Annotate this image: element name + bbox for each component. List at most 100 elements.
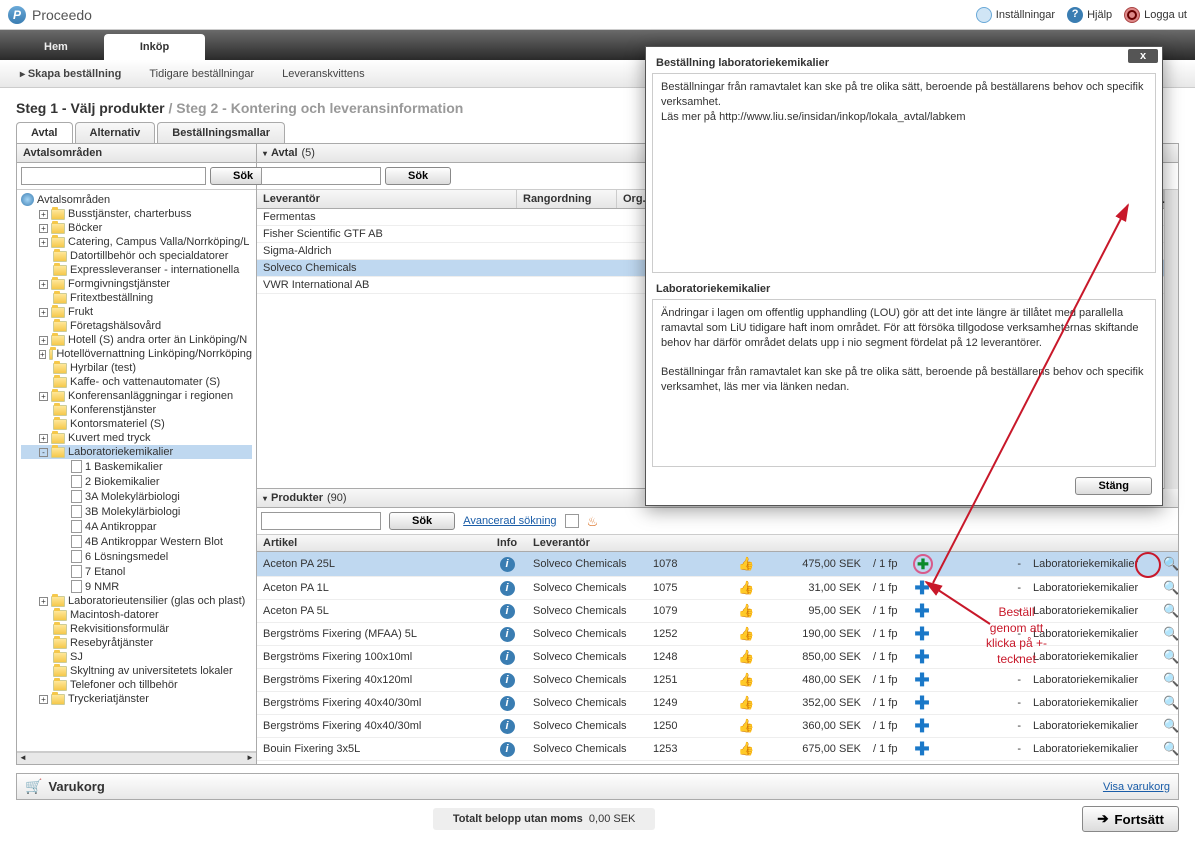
tree-expander[interactable]: + bbox=[39, 224, 48, 233]
tree-item[interactable]: +Böcker bbox=[21, 221, 252, 235]
magnifier-icon[interactable]: 🔍 bbox=[1163, 695, 1178, 710]
magnifier-icon[interactable]: 🔍 bbox=[1163, 580, 1178, 595]
magnifier-icon[interactable]: 🔍 bbox=[1163, 626, 1178, 641]
tree-item[interactable]: 6 Lösningsmedel bbox=[21, 549, 252, 564]
settings-link[interactable]: Inställningar bbox=[976, 7, 1055, 23]
tree-item[interactable]: Avtalsområden bbox=[21, 192, 252, 207]
tree-item[interactable]: 3B Molekylärbiologi bbox=[21, 504, 252, 519]
magnifier-icon[interactable]: 🔍 bbox=[1163, 672, 1178, 687]
magnifier-icon[interactable]: 🔍 bbox=[1163, 649, 1178, 664]
product-row[interactable]: Aceton PA 1LiSolveco Chemicals1075👍31,00… bbox=[257, 577, 1178, 600]
tree-expander[interactable]: + bbox=[39, 210, 48, 219]
product-row[interactable]: Bergströms Fixering (MFAA) 5LiSolveco Ch… bbox=[257, 623, 1178, 646]
add-to-cart-icon[interactable]: ✚ bbox=[913, 554, 933, 574]
add-to-cart-icon[interactable]: ✚ bbox=[914, 601, 929, 621]
logout-link[interactable]: Logga ut bbox=[1124, 7, 1187, 23]
add-to-cart-icon[interactable]: ✚ bbox=[914, 670, 929, 690]
tree-item[interactable]: Datortillbehör och specialdatorer bbox=[21, 249, 252, 263]
modal-close-button[interactable]: x bbox=[1128, 49, 1158, 63]
add-to-cart-icon[interactable]: ✚ bbox=[914, 739, 929, 759]
suppliers-vscroll[interactable] bbox=[1164, 190, 1178, 489]
subnav-leverans[interactable]: Leveranskvittens bbox=[282, 68, 365, 80]
info-icon[interactable]: i bbox=[500, 604, 515, 619]
tab-hem[interactable]: Hem bbox=[8, 34, 104, 60]
tab-inkop[interactable]: Inköp bbox=[104, 34, 205, 60]
add-to-cart-icon[interactable]: ✚ bbox=[914, 647, 929, 667]
tree-item[interactable]: +Busstjänster, charterbuss bbox=[21, 207, 252, 221]
category-tree[interactable]: Avtalsområden+Busstjänster, charterbuss+… bbox=[17, 190, 256, 752]
info-icon[interactable]: i bbox=[500, 650, 515, 665]
chevron-down-icon[interactable]: ▾ bbox=[263, 149, 267, 158]
tree-item[interactable]: +Kuvert med tryck bbox=[21, 431, 252, 445]
product-row[interactable]: Bouin Fixering 3x5LiSolveco Chemicals125… bbox=[257, 738, 1178, 761]
product-row[interactable]: Bergströms Fixering 100x10mliSolveco Che… bbox=[257, 646, 1178, 669]
col-rangordning[interactable]: Rangordning bbox=[517, 190, 617, 208]
tree-expander[interactable]: + bbox=[39, 280, 48, 289]
tree-item[interactable]: +Hotellövernattning Linköping/Norrköping bbox=[21, 347, 252, 361]
fire-icon[interactable]: ♨ bbox=[587, 515, 599, 528]
tree-item[interactable]: 7 Etanol bbox=[21, 564, 252, 579]
tree-expander[interactable]: + bbox=[39, 350, 46, 359]
tree-hscroll[interactable]: ◄► bbox=[17, 752, 256, 764]
info-icon[interactable]: i bbox=[500, 673, 515, 688]
info-icon[interactable]: i bbox=[500, 719, 515, 734]
info-icon[interactable]: i bbox=[500, 696, 515, 711]
modal-close-stang[interactable]: Stäng bbox=[1075, 477, 1152, 495]
info-icon[interactable]: i bbox=[500, 627, 515, 642]
tree-expander[interactable]: + bbox=[39, 308, 48, 317]
tree-item[interactable]: +Catering, Campus Valla/Norrköping/L bbox=[21, 235, 252, 249]
product-row[interactable]: Bergströms Fixering 40x40/30mliSolveco C… bbox=[257, 715, 1178, 738]
tree-expander[interactable]: + bbox=[39, 695, 48, 704]
page-tab-alternativ[interactable]: Alternativ bbox=[75, 122, 156, 143]
product-row[interactable]: Aceton PA 5LiSolveco Chemicals1079👍95,00… bbox=[257, 600, 1178, 623]
tree-item[interactable]: 4A Antikroppar bbox=[21, 519, 252, 534]
col-info[interactable]: Info bbox=[487, 535, 527, 551]
tree-item[interactable]: Telefoner och tillbehör bbox=[21, 678, 252, 692]
info-icon[interactable]: i bbox=[500, 557, 515, 572]
tree-item[interactable]: 4B Antikroppar Western Blot bbox=[21, 534, 252, 549]
tree-expander[interactable]: - bbox=[39, 448, 48, 457]
tree-item[interactable]: Konferenstjänster bbox=[21, 403, 252, 417]
info-icon[interactable]: i bbox=[500, 581, 515, 596]
tree-item[interactable]: Kontorsmateriel (S) bbox=[21, 417, 252, 431]
tree-item[interactable]: Expressleveranser - internationella bbox=[21, 263, 252, 277]
tree-item[interactable]: Kaffe- och vattenautomater (S) bbox=[21, 375, 252, 389]
tree-expander[interactable]: + bbox=[39, 336, 48, 345]
subnav-skapa[interactable]: Skapa beställning bbox=[20, 68, 121, 80]
chevron-down-icon[interactable]: ▾ bbox=[263, 494, 267, 503]
add-to-cart-icon[interactable]: ✚ bbox=[914, 624, 929, 644]
tree-expander[interactable]: + bbox=[39, 238, 48, 247]
tree-item[interactable]: Skyltning av universitetets lokaler bbox=[21, 664, 252, 678]
continue-button[interactable]: ➔Fortsätt bbox=[1082, 806, 1179, 832]
tree-item[interactable]: +Laboratorieutensilier (glas och plast) bbox=[21, 594, 252, 608]
tree-item[interactable]: Macintosh-datorer bbox=[21, 608, 252, 622]
tree-item[interactable]: Fritextbeställning bbox=[21, 291, 252, 305]
show-cart-link[interactable]: Visa varukorg bbox=[1103, 781, 1170, 793]
magnifier-icon[interactable]: 🔍 bbox=[1163, 603, 1178, 618]
help-link[interactable]: ?Hjälp bbox=[1067, 7, 1112, 23]
filter-checkbox-icon[interactable] bbox=[565, 514, 579, 528]
tree-item[interactable]: 9 NMR bbox=[21, 579, 252, 594]
tree-item[interactable]: +Tryckeriatjänster bbox=[21, 692, 252, 706]
tree-item[interactable]: Företagshälsovård bbox=[21, 319, 252, 333]
avtal-search-input[interactable] bbox=[261, 167, 381, 185]
avtal-search-button[interactable]: Sök bbox=[385, 167, 451, 185]
tree-expander[interactable]: + bbox=[39, 597, 48, 606]
magnifier-icon[interactable]: 🔍 bbox=[1163, 741, 1178, 756]
tree-item[interactable]: +Hotell (S) andra orter än Linköping/N bbox=[21, 333, 252, 347]
tree-item[interactable]: +Konferensanläggningar i regionen bbox=[21, 389, 252, 403]
tree-item[interactable]: Resebyråtjänster bbox=[21, 636, 252, 650]
tree-item[interactable]: 2 Biokemikalier bbox=[21, 474, 252, 489]
product-row[interactable]: Etanol 70% AG 12x1LiSolveco Chemicals105… bbox=[257, 761, 1178, 764]
left-search-input[interactable] bbox=[21, 167, 206, 185]
page-tab-mallar[interactable]: Beställningsmallar bbox=[157, 122, 285, 143]
tree-expander[interactable]: + bbox=[39, 434, 48, 443]
product-row[interactable]: Bergströms Fixering 40x40/30mliSolveco C… bbox=[257, 692, 1178, 715]
products-search-button[interactable]: Sök bbox=[389, 512, 455, 530]
page-tab-avtal[interactable]: Avtal bbox=[16, 122, 73, 143]
col-leverantor2[interactable]: Leverantör bbox=[527, 535, 647, 551]
product-row[interactable]: Aceton PA 25LiSolveco Chemicals1078👍475,… bbox=[257, 552, 1178, 577]
tree-item[interactable]: 1 Baskemikalier bbox=[21, 459, 252, 474]
magnifier-icon[interactable]: 🔍 bbox=[1163, 718, 1178, 733]
tree-item[interactable]: 3A Molekylärbiologi bbox=[21, 489, 252, 504]
